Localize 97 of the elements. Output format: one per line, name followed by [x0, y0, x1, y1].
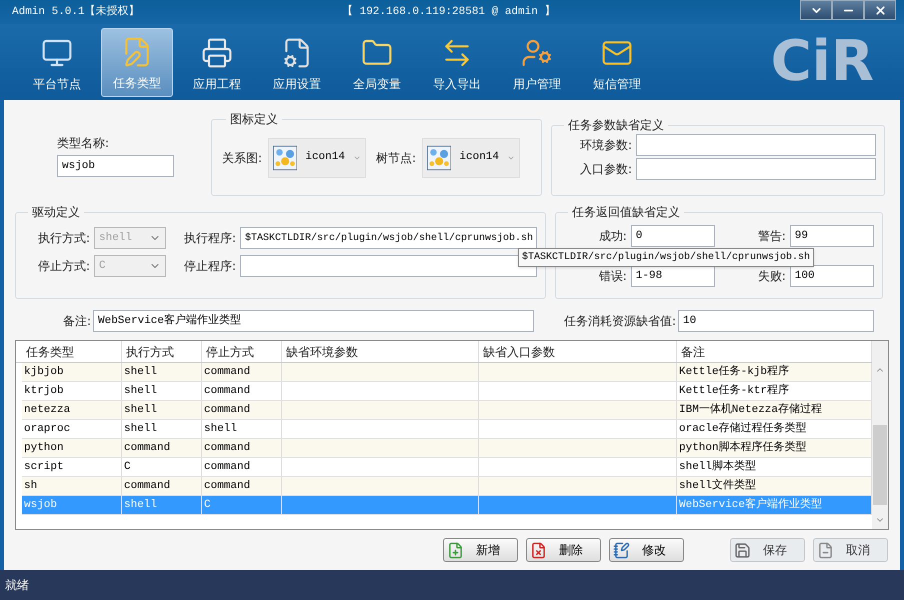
field-label: 错误: — [598, 268, 627, 285]
icon-dropdown[interactable]: icon14 — [268, 138, 366, 178]
printer-icon — [201, 37, 233, 69]
column-header[interactable]: 任务类型 — [22, 341, 122, 362]
pencil-notebook-icon — [613, 542, 630, 558]
group-title: 任务返回值缺省定义 — [571, 204, 681, 221]
action-button[interactable]: 修改 — [609, 538, 684, 562]
field-label: 备注: — [62, 313, 91, 330]
return-code-field[interactable]: 99 — [790, 225, 874, 247]
table-cell: kjbjob — [22, 363, 122, 381]
scrollbar[interactable] — [872, 341, 888, 529]
field-label: 停止程序: — [182, 258, 236, 275]
table-cell: shell — [122, 496, 202, 514]
table-row[interactable]: oraproc shell shell oracle存储过程任务类型 — [22, 420, 872, 439]
table-cell: C — [122, 458, 202, 476]
field-label: 树节点: — [376, 150, 416, 166]
icon-name: icon14 — [459, 150, 499, 166]
table-cell: command — [202, 439, 282, 457]
close-button[interactable] — [864, 0, 896, 20]
toolbar-tab[interactable]: 全局变量 — [341, 28, 413, 97]
field-label: 警告: — [756, 228, 786, 245]
table-cell: command — [202, 363, 282, 381]
table-row[interactable]: ktrjob shell command Kettle任务-ktr程序 — [22, 382, 872, 401]
table-cell: shell — [122, 363, 202, 381]
group-title: 任务参数缺省定义 — [567, 117, 665, 134]
field-label: 任务消耗资源缺省值: — [562, 313, 676, 330]
document-icon — [817, 542, 834, 558]
toolbar-tab[interactable]: 用户管理 — [501, 28, 573, 97]
table-cell: command — [202, 382, 282, 400]
action-button[interactable]: 新增 — [443, 538, 518, 562]
toolbar-tab[interactable]: 平台节点 — [21, 28, 93, 97]
window-title: Admin 5.0.1【未授权】 — [12, 4, 141, 20]
return-code-field[interactable]: 0 — [630, 225, 715, 247]
table-cell: sh — [22, 477, 122, 495]
toolbar-tab[interactable]: 应用设置 — [261, 28, 333, 97]
resource-field[interactable]: 10 — [678, 310, 874, 332]
table-cell: script — [22, 458, 122, 476]
field-label: 失败: — [756, 268, 786, 285]
column-header[interactable]: 停止方式 — [202, 341, 282, 362]
save-icon — [734, 542, 751, 558]
field-label: 停止方式: — [36, 258, 90, 275]
table-cell: shell — [122, 420, 202, 438]
field-label: 执行方式: — [36, 230, 90, 247]
parameter-field[interactable] — [636, 134, 876, 156]
table-cell: shell — [122, 382, 202, 400]
table-row[interactable]: sh command command shell文件类型 — [22, 477, 872, 496]
table-row[interactable]: kjbjob shell command Kettle任务-kjb程序 — [22, 363, 872, 382]
icon-dropdown[interactable]: icon14 — [422, 138, 520, 178]
table-cell: shell — [122, 401, 202, 419]
icon-name: icon14 — [305, 150, 345, 166]
minimize-button[interactable] — [832, 0, 864, 20]
field-label: 关系图: — [222, 150, 262, 166]
logo: CiR — [770, 34, 874, 90]
field-label: 类型名称: — [57, 135, 110, 152]
field-label: 环境参数: — [578, 137, 632, 154]
status-text: 就绪 — [5, 577, 29, 594]
column-header[interactable]: 缺省入口参数 — [479, 341, 677, 362]
monitor-icon — [41, 37, 73, 69]
tooltip: $TASKCTLDIR/src/plugin/wsjob/shell/cprunwsjob.sh — [518, 248, 814, 267]
table-cell: command — [202, 477, 282, 495]
type-name-field[interactable]: wsjob — [57, 155, 174, 177]
return-code-field[interactable]: 100 — [790, 265, 874, 287]
table-cell: command — [202, 401, 282, 419]
user-gear-icon — [521, 37, 553, 69]
add-document-icon — [447, 542, 464, 558]
parameter-field[interactable] — [636, 158, 876, 180]
table-cell: command — [122, 439, 202, 457]
dropdown-button[interactable] — [800, 0, 832, 20]
field-label: 入口参数: — [578, 161, 632, 178]
column-header[interactable]: 执行方式 — [122, 341, 202, 362]
group-title: 图标定义 — [229, 111, 279, 128]
toolbar-tab[interactable]: 应用工程 — [181, 28, 253, 97]
table-row[interactable]: python command command python脚本程序任务类型 — [22, 439, 872, 458]
column-header[interactable]: 缺省环境参数 — [282, 341, 479, 362]
action-button[interactable]: 删除 — [526, 538, 601, 562]
toolbar-tab[interactable]: 导入导出 — [421, 28, 493, 97]
delete-document-icon — [530, 542, 547, 558]
table-cell: python — [22, 439, 122, 457]
remark-field[interactable]: WebService客户端作业类型 — [93, 310, 534, 332]
group-title: 驱动定义 — [31, 204, 81, 221]
return-code-field[interactable]: 1-98 — [630, 265, 715, 287]
table-cell: oraproc — [22, 420, 122, 438]
close-icon — [874, 4, 886, 16]
connection-info: 【 192.168.0.119:28581 @ admin 】 — [342, 4, 556, 20]
table-cell: shell — [202, 420, 282, 438]
program-field[interactable]: $TASKCTLDIR/src/plugin/wsjob/shell/cprunwsjob.sh — [240, 227, 537, 249]
field-label: 执行程序: — [182, 230, 236, 247]
table-cell: C — [202, 496, 282, 514]
table-row[interactable]: netezza shell command IBM一体机Netezza存储过程 — [22, 401, 872, 420]
table-cell: command — [122, 477, 202, 495]
table-cell: ktrjob — [22, 382, 122, 400]
table-cell: command — [202, 458, 282, 476]
table-cell: wsjob — [22, 496, 122, 514]
field-label: 成功: — [598, 228, 627, 245]
table-cell: netezza — [22, 401, 122, 419]
toolbar-tab[interactable]: 短信管理 — [581, 28, 653, 97]
table-row[interactable]: script C command shell脚本类型 — [22, 458, 872, 477]
